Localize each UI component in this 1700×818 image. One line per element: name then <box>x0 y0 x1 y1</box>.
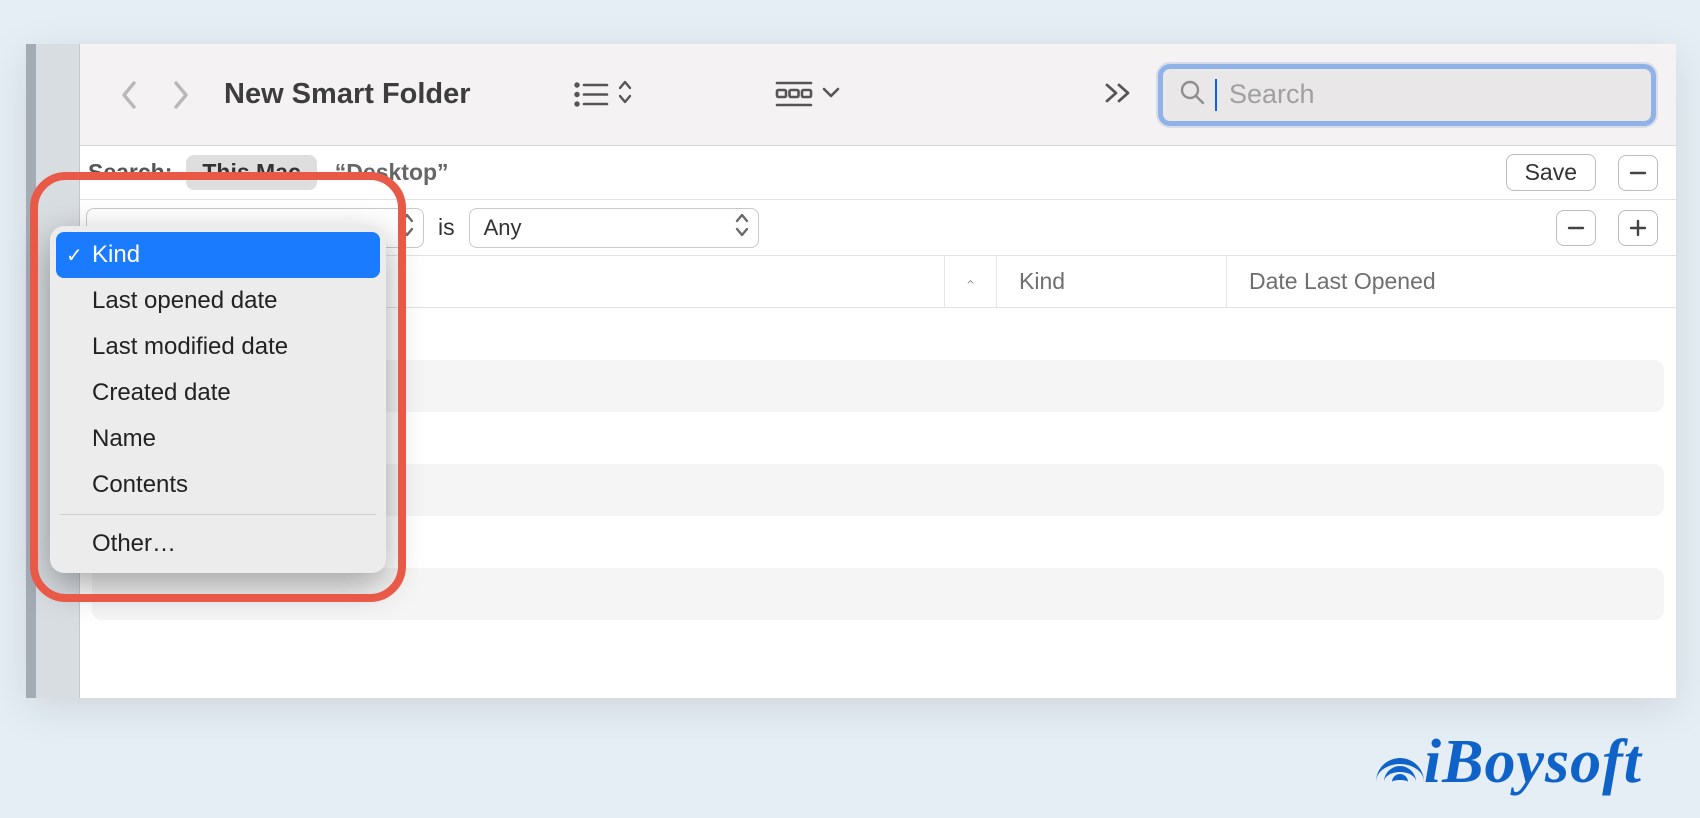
toolbar: New Smart Folder <box>80 44 1676 146</box>
nav-back-button[interactable] <box>120 80 137 110</box>
list-row <box>92 568 1664 620</box>
dropdown-item-contents[interactable]: Contents <box>56 462 380 508</box>
stepper-icon <box>617 79 633 110</box>
search-scope-bar: Search: This Mac “Desktop” Save <box>80 146 1676 200</box>
list-view-icon <box>573 81 609 108</box>
dropdown-item-kind[interactable]: ✓ Kind <box>56 232 380 278</box>
save-button[interactable]: Save <box>1506 154 1596 191</box>
nav-arrows <box>120 80 190 110</box>
dropdown-item-last-modified-date[interactable]: Last modified date <box>56 324 380 370</box>
chevron-down-icon <box>821 85 841 104</box>
search-icon <box>1179 79 1205 110</box>
dropdown-item-name[interactable]: Name <box>56 416 380 462</box>
check-icon: ✓ <box>66 243 83 268</box>
column-date-last-opened[interactable]: Date Last Opened <box>1226 256 1656 307</box>
dropdown-item-created-date[interactable]: Created date <box>56 370 380 416</box>
toolbar-overflow-button[interactable] <box>1104 79 1134 111</box>
scope-this-mac[interactable]: This Mac <box>186 155 316 190</box>
search-input[interactable] <box>1229 79 1635 110</box>
criteria-remove-button[interactable] <box>1556 210 1596 246</box>
remove-criteria-button[interactable] <box>1618 155 1658 191</box>
attribute-dropdown: ✓ Kind Last opened date Last modified da… <box>50 226 386 573</box>
search-field-wrap[interactable] <box>1158 64 1656 126</box>
sort-indicator[interactable] <box>944 256 996 307</box>
brand-text: iBoysoft <box>1424 727 1642 798</box>
scope-desktop[interactable]: “Desktop” <box>335 159 449 186</box>
brand-wifi-icon <box>1372 726 1428 782</box>
criteria-value-text: Any <box>484 215 522 241</box>
criteria-value-select[interactable]: Any <box>469 208 759 248</box>
view-list-button[interactable] <box>567 73 639 116</box>
criteria-add-button[interactable] <box>1618 210 1658 246</box>
dropdown-item-other[interactable]: Other… <box>56 521 380 567</box>
criteria-is-label: is <box>438 214 455 241</box>
brand-watermark: iBoysoft <box>1372 727 1642 798</box>
column-kind[interactable]: Kind <box>996 256 1226 307</box>
list-row <box>80 620 1676 672</box>
group-view-icon <box>775 80 813 110</box>
window-title: New Smart Folder <box>224 78 471 111</box>
view-group-button[interactable] <box>769 74 847 116</box>
dropdown-separator <box>60 514 376 515</box>
search-caret <box>1215 79 1217 111</box>
scope-label: Search: <box>88 159 172 186</box>
nav-forward-button[interactable] <box>173 80 190 110</box>
stepper-icon <box>399 212 415 244</box>
stepper-icon <box>734 212 750 244</box>
dropdown-item-last-opened-date[interactable]: Last opened date <box>56 278 380 324</box>
